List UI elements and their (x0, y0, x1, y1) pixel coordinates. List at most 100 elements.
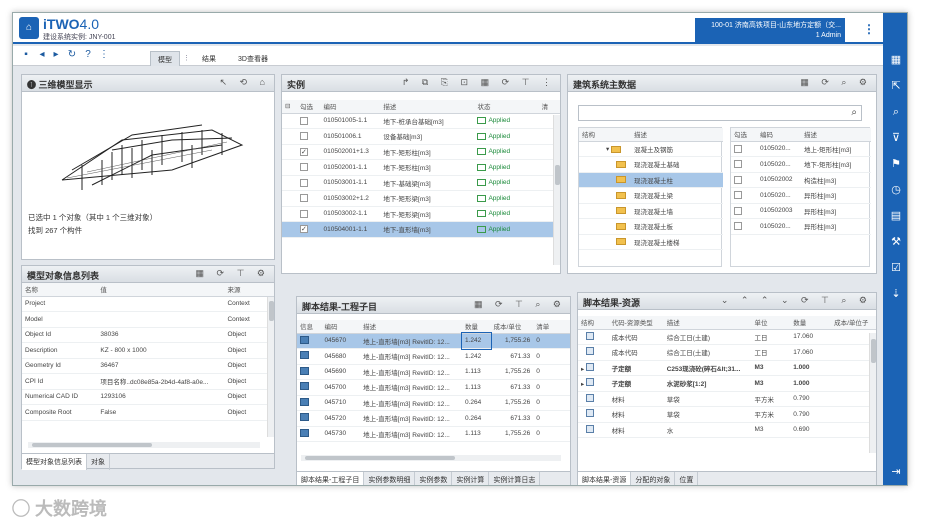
table-row[interactable]: CPI Id 项目名称..dc08e85a-2b4d-4af8-a0e... Obj… (22, 373, 274, 390)
tree-node[interactable]: 现浇混凝土梁 (579, 187, 723, 204)
refresh-icon[interactable]: ↻ (65, 49, 79, 63)
table-row[interactable]: ✓ 010504001-1.1 地下-直形墙[m3] Applied (282, 221, 560, 238)
checkbox[interactable] (299, 132, 308, 141)
tab-location[interactable]: 位置 (675, 472, 699, 485)
script-hscroll[interactable] (301, 455, 561, 461)
table-row[interactable]: 材料 草袋 平方米 0.790 (578, 391, 876, 407)
more-icon[interactable]: ⋮ (97, 49, 111, 63)
table-row[interactable]: Description KZ - 800 x 1000 Object (22, 342, 274, 359)
instances-scrollbar[interactable] (553, 115, 560, 265)
table-row[interactable]: 0105020... 异形柱[m3] (731, 218, 871, 235)
instances-tools[interactable]: ↱ ⧉ ⎘ ⊡ ▦ ⟳ ⊤ ⋮ (402, 77, 556, 88)
table-row[interactable]: 成本代码 综合工日(土建) 工日 17.060 (578, 344, 876, 361)
table-row[interactable]: ✓ 010502001+1.3 地下-矩形柱[m3] Applied (282, 144, 560, 160)
export-icon[interactable]: ⇱ (883, 73, 907, 99)
checkbox[interactable] (299, 178, 308, 187)
table-row[interactable]: 010501005-1.1 地下-桩承台基础[m3] Applied (282, 113, 560, 129)
col-status[interactable]: 状态 (474, 100, 539, 114)
grid-icon[interactable]: ▦ (883, 47, 907, 73)
collapse-sidebar-icon[interactable]: ⇥ (883, 459, 907, 485)
col-desc[interactable]: 描述 (631, 128, 723, 142)
col-unit-cost[interactable]: 成本/单位子 (831, 316, 876, 330)
table-row[interactable]: Model Context (22, 311, 274, 328)
table-row[interactable]: ▸ 子定额 C253现浇砼(碎石&lt;31... M3 1.000 (578, 360, 876, 376)
table-row[interactable]: 045700 地上-直形墙[m3] RevitID: 12... 1.113 671.… (297, 379, 570, 396)
objinfo-tools[interactable]: ▦ ⟳ ⊤ ⚙ (196, 268, 270, 279)
tree-node[interactable]: 现浇混凝土基础 (579, 156, 723, 173)
wand-icon[interactable]: ⚒ (883, 229, 907, 255)
expand-icon[interactable]: ▸ (581, 366, 584, 373)
checkbox[interactable] (734, 144, 742, 153)
tab-inst-param[interactable]: 实例参数 (415, 472, 453, 485)
document-icon[interactable]: ▤ (883, 203, 907, 229)
collapse-icon[interactable]: ⊟ (282, 100, 297, 114)
table-row[interactable]: 045670 地上-直形墙[m3] RevitID: 12... 1.242 1,75… (297, 332, 570, 350)
script-tools[interactable]: ▦ ⟳ ⊤ ⌕ ⚙ (474, 299, 566, 310)
table-row[interactable]: 材料 草袋 平方米 0.790 (578, 406, 876, 423)
table-row[interactable]: 045730 地上-直形墙[m3] RevitID: 12... 1.113 1,75… (297, 426, 570, 442)
checkbox[interactable] (734, 160, 742, 169)
col-qing[interactable]: 清 (538, 100, 560, 114)
table-row[interactable]: 010503002-1.1 地下-矩形梁[m3] Applied (282, 206, 560, 222)
help-icon[interactable]: ? (81, 49, 95, 63)
tab-resource[interactable]: 脚本结果-资源 (578, 472, 632, 485)
tab-inst-calc-log[interactable]: 实例计算日志 (489, 472, 541, 485)
table-row[interactable]: 010503001-1.1 地下-基础梁[m3] Applied (282, 175, 560, 191)
panel-3d-tools[interactable]: ↖ ⟲ ⌂ (219, 77, 270, 88)
col-qty[interactable]: 数量 (790, 316, 832, 330)
tree-node[interactable]: 现浇混凝土板 (579, 218, 723, 235)
col-structure[interactable]: 结构 (579, 128, 631, 142)
table-row[interactable]: 材料水 M3 0.690 (578, 422, 876, 438)
col-check[interactable]: 勾选 (296, 100, 321, 114)
project-selector[interactable]: 100-01 济南高铁项目-山东地方定额（交... 1 Admin (695, 18, 845, 42)
objinfo-scrollbar[interactable] (267, 297, 274, 437)
col-source[interactable]: 来源 (224, 283, 274, 297)
col-value[interactable]: 值 (97, 283, 225, 297)
search-icon[interactable]: ⌕ (883, 99, 907, 125)
checkbox[interactable]: ✓ (299, 225, 308, 234)
table-row[interactable]: Numerical CAD ID 1293106 Object (22, 389, 274, 405)
table-row[interactable]: Composite Root False Object (22, 404, 274, 421)
checkbox[interactable] (299, 194, 308, 203)
search-icon[interactable]: ⌕ (851, 107, 857, 118)
tab-objinfo-list[interactable]: 模型对象信息列表 (22, 454, 87, 470)
tab-3d-viewer[interactable]: 3D查看器 (231, 51, 275, 66)
col-check[interactable]: 勾选 (731, 128, 757, 142)
checkbox[interactable] (299, 163, 308, 172)
tab-inst-calc[interactable]: 实例计算 (452, 472, 490, 485)
tab-object[interactable]: 对象 (87, 454, 110, 470)
col-qty[interactable]: 数量 (462, 320, 491, 334)
save-icon[interactable]: ▪ (19, 49, 33, 63)
tab-menu-icon[interactable]: ⋮ (176, 51, 197, 66)
col-code[interactable]: 编码 (320, 100, 381, 114)
col-code[interactable]: 编码 (321, 320, 361, 334)
pin-icon[interactable]: ⇣ (883, 281, 907, 307)
forward-icon[interactable]: ▸ (49, 49, 63, 63)
tree-node[interactable]: 现浇混凝土楼梯 (579, 234, 723, 250)
col-name[interactable]: 名称 (22, 283, 98, 297)
checkbox[interactable] (734, 191, 742, 200)
table-row[interactable]: 045690 地上-直形墙[m3] RevitID: 12... 1.113 1,75… (297, 364, 570, 380)
col-structure[interactable]: 结构 (578, 316, 609, 330)
tab-results[interactable]: 结果 (195, 51, 223, 66)
tree-node[interactable]: ▾ 混凝土及钢筋 (579, 141, 723, 157)
table-row[interactable]: 045710 地上-直形墙[m3] RevitID: 12... 0.264 1,75… (297, 395, 570, 411)
kebab-menu-icon[interactable]: ⋮ (863, 22, 875, 36)
filter-icon[interactable]: ⊽ (883, 125, 907, 151)
table-row[interactable]: 010502001-1.1 地下-矩形柱[m3] Applied (282, 159, 560, 176)
table-row[interactable]: 010502003 异形柱[m3] (731, 203, 871, 219)
building-search-input[interactable]: ⌕ (578, 105, 862, 121)
tab-inst-param-detail[interactable]: 实例参数明细 (364, 472, 416, 485)
checkbox[interactable] (734, 175, 742, 184)
col-info[interactable]: 信息 (297, 320, 322, 334)
checkbox[interactable] (299, 209, 308, 218)
col-list[interactable]: 清单 (533, 320, 570, 334)
table-row[interactable]: Object Id 38036 Object (22, 327, 274, 343)
table-row[interactable]: 0105020... 异形柱[m3] (731, 187, 871, 204)
table-row[interactable]: 010502002 构造柱[m3] (731, 172, 871, 188)
resource-tools[interactable]: ⌄ ⌃ ⌃ ⌄ ⟳ ⊤ ⌕ ⚙ (721, 295, 872, 306)
checklist-icon[interactable]: ☑ (883, 255, 907, 281)
clock-icon[interactable]: ◷ (883, 177, 907, 203)
tab-assigned-objects[interactable]: 分配的对象 (631, 472, 676, 485)
back-icon[interactable]: ◂ (35, 49, 49, 63)
